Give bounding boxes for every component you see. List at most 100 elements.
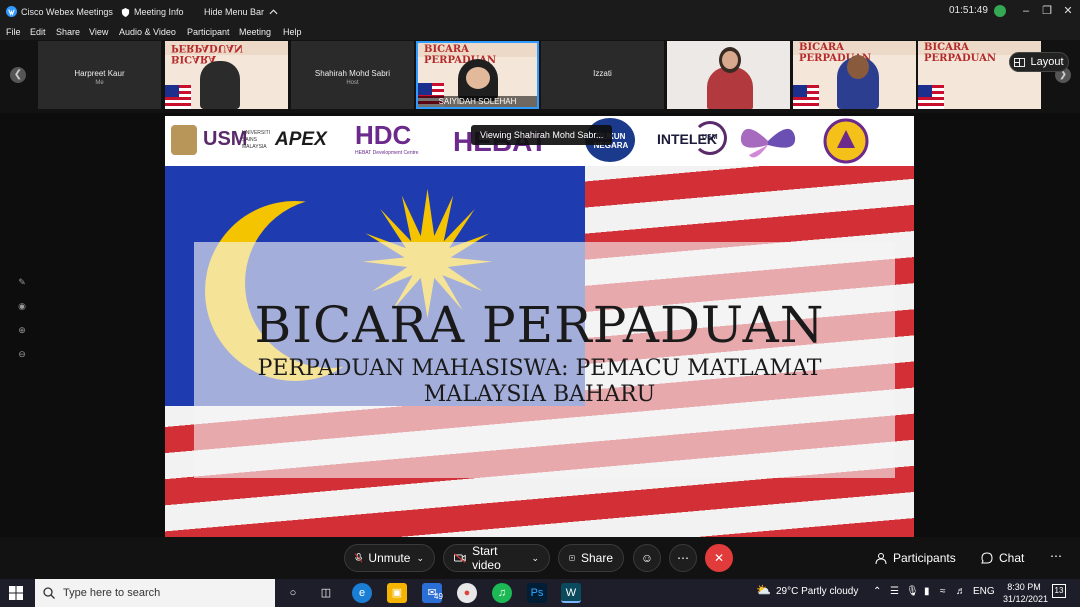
search-placeholder: Type here to search xyxy=(63,587,161,599)
participant-tile[interactable]: Shahirah Mohd Sabri Host xyxy=(291,41,414,109)
video-off-icon xyxy=(454,553,466,563)
person-icon xyxy=(875,553,887,564)
edge-browser-icon[interactable]: e xyxy=(352,583,372,603)
share-screen-icon xyxy=(569,555,575,561)
menu-audio-video[interactable]: Audio & Video xyxy=(119,27,176,37)
apex-logo: APEX xyxy=(275,129,327,150)
meeting-info-button[interactable]: Meeting Info xyxy=(121,7,184,17)
slide-subtitle: PERPADUAN MAHASISWA: PEMACU MATLAMAT MAL… xyxy=(165,356,914,408)
meeting-info-label: Meeting Info xyxy=(134,7,184,17)
unmute-button[interactable]: Unmute ⌄ xyxy=(344,544,435,572)
strip-prev-button[interactable]: ❮ xyxy=(10,67,26,83)
participants-panel-button[interactable]: Participants xyxy=(875,551,956,565)
tray-overflow-icon[interactable]: ⌃ xyxy=(873,586,881,597)
mic-muted-icon xyxy=(355,553,363,563)
mail-badge: 49 xyxy=(434,592,443,601)
participant-video-tile[interactable]: BICARA PERPADUAN xyxy=(165,41,288,109)
tray-app-icon[interactable]: ☰ xyxy=(890,586,899,597)
unmute-label: Unmute xyxy=(368,551,411,565)
title-bar: Cisco Webex Meetings Meeting Info Hide M… xyxy=(0,0,1080,24)
layout-button[interactable]: Layout xyxy=(1009,52,1069,72)
menu-bar: File Edit Share View Audio & Video Parti… xyxy=(0,24,1080,40)
language-indicator[interactable]: ENG xyxy=(973,586,995,597)
annotate-icon[interactable]: ✎ xyxy=(12,272,32,292)
menu-meeting[interactable]: Meeting xyxy=(239,27,271,37)
share-button[interactable]: Share xyxy=(558,544,624,572)
participant-strip: ❮ Harpreet Kaur Me BICARA PERPADUAN Shah… xyxy=(0,40,1080,112)
notification-center-icon[interactable]: 13 xyxy=(1052,584,1066,598)
usm-crest-icon xyxy=(171,125,197,155)
slide-subtitle-line-2: MALAYSIA BAHARU xyxy=(423,382,656,407)
participants-label: Participants xyxy=(893,551,956,565)
shared-slide: USM UNIVERSITI SAINS MALAYSIA APEX HDC H… xyxy=(165,116,914,537)
start-video-button[interactable]: Start video ⌄ xyxy=(443,544,550,572)
wifi-icon[interactable]: ≈ xyxy=(940,586,946,597)
participant-name: Izzati xyxy=(593,69,612,78)
volume-icon[interactable]: ♬ xyxy=(956,586,966,597)
notification-count: 13 xyxy=(1054,586,1064,595)
start-video-label: Start video xyxy=(472,544,501,572)
restore-icon[interactable]: ❐ xyxy=(1040,4,1054,18)
photoshop-icon[interactable]: Ps xyxy=(527,583,547,603)
weather-text[interactable]: 29°C Partly cloudy xyxy=(776,586,858,597)
layout-label: Layout xyxy=(1030,56,1064,68)
webex-taskbar-icon[interactable]: W xyxy=(561,583,581,603)
poster-title: BICARA PERPADUAN xyxy=(171,42,243,64)
menu-view[interactable]: View xyxy=(89,27,108,37)
windows-start-icon[interactable] xyxy=(9,586,23,600)
participant-person xyxy=(200,61,240,109)
clock-time: 8:30 PM xyxy=(1007,582,1041,592)
participant-tile[interactable]: Izzati xyxy=(541,41,664,109)
meeting-controls: Unmute ⌄ Start video ⌄ Share ☺ ⋯ ✕ Parti… xyxy=(0,537,1080,579)
clock-date: 31/12/2021 xyxy=(1003,594,1049,604)
chevron-down-icon[interactable]: ⌄ xyxy=(416,553,424,564)
taskbar-search-input[interactable]: Type here to search xyxy=(35,579,275,607)
minimize-icon[interactable]: – xyxy=(1019,4,1033,18)
butterfly-logo-icon xyxy=(740,128,796,158)
zoom-in-icon[interactable]: ⊕ xyxy=(12,320,32,340)
annotation-toolbar: ✎ ◉ ⊕ ⊖ xyxy=(12,272,34,376)
reactions-button[interactable]: ☺ xyxy=(633,544,661,572)
participant-video-tile[interactable] xyxy=(667,41,790,109)
battery-icon[interactable]: ▮ xyxy=(924,586,930,597)
menu-help[interactable]: Help xyxy=(283,27,302,37)
hide-menu-bar-button[interactable]: Hide Menu Bar xyxy=(204,7,278,17)
participant-tile[interactable]: Harpreet Kaur Me xyxy=(38,41,161,109)
webex-logo-icon xyxy=(6,6,17,17)
hdc-logo: HDC xyxy=(355,120,412,150)
chat-bubble-icon xyxy=(981,552,993,564)
participant-video-tile[interactable]: BICARA PERPADUAN xyxy=(793,41,916,109)
spotify-icon[interactable]: ♫ xyxy=(492,583,512,603)
network-signal-icon[interactable] xyxy=(994,5,1006,17)
weather-icon[interactable]: ⛅ xyxy=(756,583,771,597)
microphone-icon[interactable]: 🎙 xyxy=(906,586,919,597)
task-view-icon[interactable]: ◫ xyxy=(316,583,336,603)
more-options-button[interactable]: ⋯ xyxy=(669,544,697,572)
slide-title: BICARA PERPADUAN xyxy=(254,296,825,354)
chat-panel-button[interactable]: Chat xyxy=(981,551,1024,565)
pointer-icon[interactable]: ◉ xyxy=(12,296,32,316)
leave-meeting-button[interactable]: ✕ xyxy=(705,544,733,572)
taskbar-clock[interactable]: 8:30 PM 31/12/2021 xyxy=(1003,581,1049,605)
participant-name: SAIYIDAH SOLEHAH xyxy=(418,96,537,107)
search-icon xyxy=(43,587,55,599)
webex-window: Cisco Webex Meetings Meeting Info Hide M… xyxy=(0,0,1080,607)
chrome-icon[interactable]: ● xyxy=(457,583,477,603)
share-label: Share xyxy=(580,551,613,565)
layout-grid-icon xyxy=(1014,57,1026,67)
slide-subtitle-line-1: PERPADUAN MAHASISWA: PEMACU MATLAMAT xyxy=(257,356,822,381)
app-name: Cisco Webex Meetings xyxy=(21,7,113,17)
active-speaker-tile[interactable]: BICARA PERPADUAN SAIYIDAH SOLEHAH xyxy=(416,41,539,109)
menu-edit[interactable]: Edit xyxy=(30,27,46,37)
file-explorer-icon[interactable]: ▣ xyxy=(387,583,407,603)
menu-participant[interactable]: Participant xyxy=(187,27,230,37)
zoom-out-icon[interactable]: ⊖ xyxy=(12,344,32,364)
participant-role: Host xyxy=(346,80,359,86)
more-panels-button[interactable]: ⋯ xyxy=(1050,549,1062,563)
menu-share[interactable]: Share xyxy=(56,27,80,37)
close-icon[interactable]: ✕ xyxy=(1061,4,1075,18)
cortana-icon[interactable]: ○ xyxy=(283,583,303,603)
chevron-down-icon[interactable]: ⌄ xyxy=(531,553,539,564)
menu-file[interactable]: File xyxy=(6,27,21,37)
participant-name: Harpreet Kaur xyxy=(74,69,125,78)
